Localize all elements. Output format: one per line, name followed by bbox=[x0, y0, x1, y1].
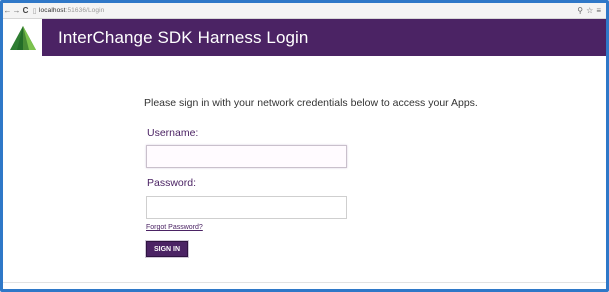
login-form: Please sign in with your network credent… bbox=[144, 97, 504, 257]
password-label: Password: bbox=[147, 177, 197, 189]
browser-actions: ⚲ ☆ ≡ bbox=[577, 3, 606, 18]
browser-toolbar: ← → C ▯ localhost:51636/Login ⚲ ☆ ≡ bbox=[3, 3, 606, 19]
password-field[interactable] bbox=[146, 196, 347, 219]
username-field[interactable] bbox=[146, 145, 347, 168]
page-title: InterChange SDK Harness Login bbox=[58, 27, 309, 47]
menu-icon[interactable]: ≡ bbox=[596, 3, 601, 18]
forgot-password-link[interactable]: Forgot Password? bbox=[146, 224, 203, 231]
sign-in-button[interactable]: SIGN IN bbox=[146, 241, 188, 257]
divider bbox=[3, 282, 606, 283]
intro-text: Please sign in with your network credent… bbox=[144, 97, 478, 109]
address-bar[interactable]: localhost:51636/Login bbox=[39, 7, 104, 14]
app-header: InterChange SDK Harness Login bbox=[3, 19, 606, 56]
logo-triangle-icon bbox=[9, 25, 36, 50]
reload-icon[interactable]: C bbox=[21, 3, 30, 18]
page-icon: ▯ bbox=[32, 7, 37, 15]
back-icon[interactable]: ← bbox=[3, 3, 12, 18]
star-icon[interactable]: ☆ bbox=[586, 3, 593, 18]
logo bbox=[3, 19, 42, 56]
forward-icon[interactable]: → bbox=[12, 3, 21, 18]
username-label: Username: bbox=[147, 127, 199, 139]
url-host: localhost bbox=[39, 7, 66, 14]
url-path: :51636/Login bbox=[65, 7, 105, 14]
zoom-icon[interactable]: ⚲ bbox=[577, 3, 583, 18]
window-frame: ← → C ▯ localhost:51636/Login ⚲ ☆ ≡ Inte… bbox=[0, 0, 609, 292]
